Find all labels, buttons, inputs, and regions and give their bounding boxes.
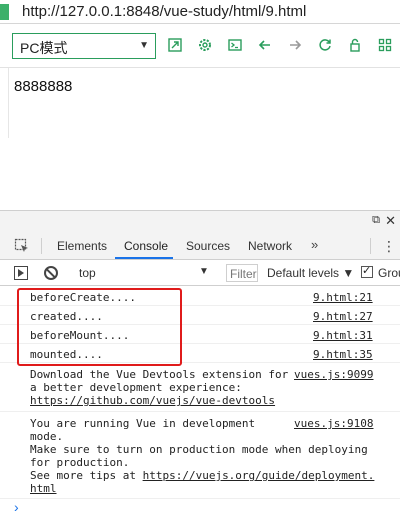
devtools-link[interactable]: https://github.com/vuejs/vue-devtools xyxy=(30,394,275,407)
page-viewport: 8888888 xyxy=(0,68,400,210)
deployment-link-cont[interactable]: html xyxy=(30,482,57,495)
inspect-element-icon[interactable] xyxy=(14,238,30,254)
info-source-link[interactable]: vues.js:9099 xyxy=(294,368,373,381)
settings-icon[interactable] xyxy=(196,37,214,55)
annotation-highlight-box xyxy=(17,288,182,366)
tab-console[interactable]: Console xyxy=(124,239,168,253)
page-gutter xyxy=(8,68,9,138)
tab-network[interactable]: Network xyxy=(248,239,292,253)
log-levels-dropdown[interactable]: Default levels ▼ xyxy=(267,266,354,280)
lock-icon[interactable] xyxy=(346,37,364,55)
external-link-icon[interactable] xyxy=(166,37,184,55)
address-bar[interactable]: http://127.0.0.1:8848/vue-study/html/9.h… xyxy=(0,0,400,24)
info-line: See more tips at https://vuejs.org/guide… xyxy=(30,469,374,482)
more-options-icon[interactable]: ⋮ xyxy=(382,238,396,255)
tab-separator xyxy=(41,238,42,254)
info-line: for production. xyxy=(30,456,130,469)
devtools-tab-bar: Elements Console Sources Network » ⋮ xyxy=(0,232,400,260)
log-source-link[interactable]: 9.html:27 xyxy=(313,310,373,323)
filter-input[interactable]: Filter xyxy=(226,264,258,282)
console-info-message: Download the Vue Devtools extension for … xyxy=(0,364,400,412)
group-similar-checkbox[interactable] xyxy=(361,264,373,278)
context-select[interactable]: top xyxy=(79,266,96,280)
chevron-down-icon: ▼ xyxy=(139,40,149,51)
group-similar-label: Grou xyxy=(378,266,400,280)
tab-separator xyxy=(370,238,371,254)
mode-select-value: PC模式 xyxy=(20,40,68,56)
terminal-icon[interactable] xyxy=(226,37,244,55)
clear-console-icon[interactable] xyxy=(44,266,58,280)
tab-sources[interactable]: Sources xyxy=(186,239,230,253)
devtools-header: ⧉ ✕ xyxy=(0,210,400,232)
info-line: a better development experience: xyxy=(30,381,242,394)
forward-arrow-icon[interactable] xyxy=(286,37,304,55)
info-source-link[interactable]: vues.js:9108 xyxy=(294,417,373,430)
undock-icon[interactable]: ⧉ xyxy=(372,214,380,227)
refresh-icon[interactable] xyxy=(316,37,334,55)
filter-placeholder: Filter xyxy=(230,267,257,281)
active-tab-indicator xyxy=(115,257,173,259)
info-line-prefix: See more tips at xyxy=(30,469,143,482)
close-icon[interactable]: ✕ xyxy=(385,213,396,229)
info-line: You are running Vue in development xyxy=(30,417,256,430)
more-tabs-icon[interactable]: » xyxy=(311,237,318,252)
console-filter-bar: top ▼ Filter Default levels ▼ Grou xyxy=(0,260,400,286)
info-line: Make sure to turn on production mode whe… xyxy=(30,443,368,456)
grid-icon[interactable] xyxy=(376,37,394,55)
tab-elements[interactable]: Elements xyxy=(57,239,107,253)
url-text[interactable]: http://127.0.0.1:8848/vue-study/html/9.h… xyxy=(22,3,306,20)
address-bar-accent xyxy=(0,4,9,20)
console-output: beforeCreate.... 9.html:21 created.... 9… xyxy=(0,287,400,523)
console-info-message: You are running Vue in development vues.… xyxy=(0,413,400,499)
page-content-text: 8888888 xyxy=(14,78,73,95)
log-source-link[interactable]: 9.html:31 xyxy=(313,329,373,342)
log-source-link[interactable]: 9.html:21 xyxy=(313,291,373,304)
console-prompt[interactable]: › xyxy=(14,499,19,515)
info-line: Download the Vue Devtools extension for xyxy=(30,368,289,381)
log-source-link[interactable]: 9.html:35 xyxy=(313,348,373,361)
back-arrow-icon[interactable] xyxy=(256,37,274,55)
browser-toolbar: PC模式 ▼ xyxy=(0,24,400,68)
mode-select[interactable]: PC模式 ▼ xyxy=(12,33,156,59)
deployment-link[interactable]: https://vuejs.org/guide/deployment. xyxy=(143,469,375,482)
sidebar-toggle-icon[interactable] xyxy=(14,266,28,280)
log-levels-label: Default levels xyxy=(267,266,340,280)
info-line: mode. xyxy=(30,430,64,443)
chevron-down-icon[interactable]: ▼ xyxy=(199,266,209,277)
